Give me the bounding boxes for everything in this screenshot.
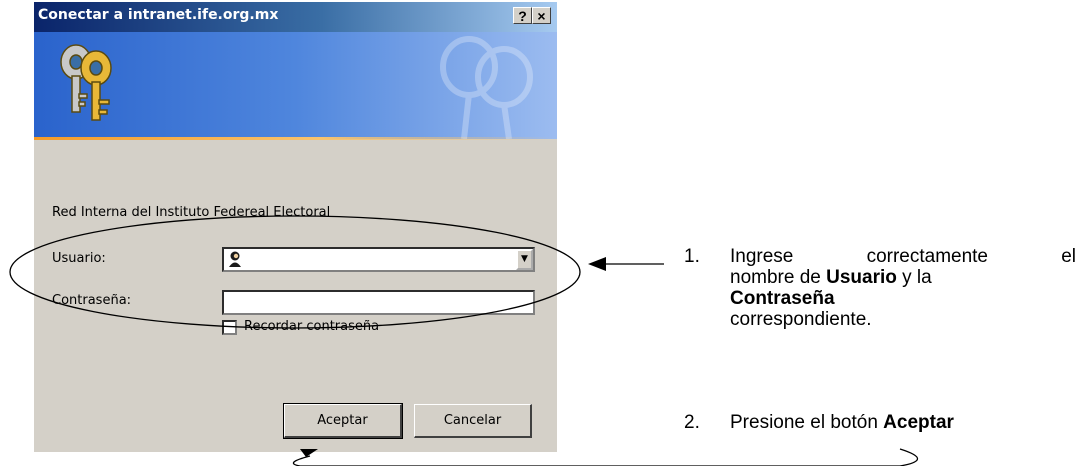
- step-2-number: 2.: [684, 412, 700, 433]
- step-1-text: nombre de: [730, 267, 827, 288]
- pointer-arrowhead-1: [588, 257, 606, 271]
- fields-highlight-ellipse: [9, 215, 581, 329]
- step-1-bold-contrasena: Contraseña: [730, 288, 835, 309]
- step-1-number: 1.: [684, 246, 700, 267]
- step-1-bold-usuario: Usuario: [826, 267, 897, 288]
- step-2-bold-aceptar: Aceptar: [883, 412, 954, 433]
- pointer-curve-2: [292, 448, 919, 466]
- step-1-word: el: [1061, 246, 1076, 267]
- step-2-text: Presione el botón: [730, 412, 884, 433]
- step-1-word: Ingrese: [730, 246, 794, 267]
- step-1-text: correspondiente.: [730, 309, 872, 330]
- step-1-text: y la: [896, 267, 932, 288]
- annotation-overlay: [9, 215, 919, 466]
- step-1-word: correctamente: [866, 246, 989, 267]
